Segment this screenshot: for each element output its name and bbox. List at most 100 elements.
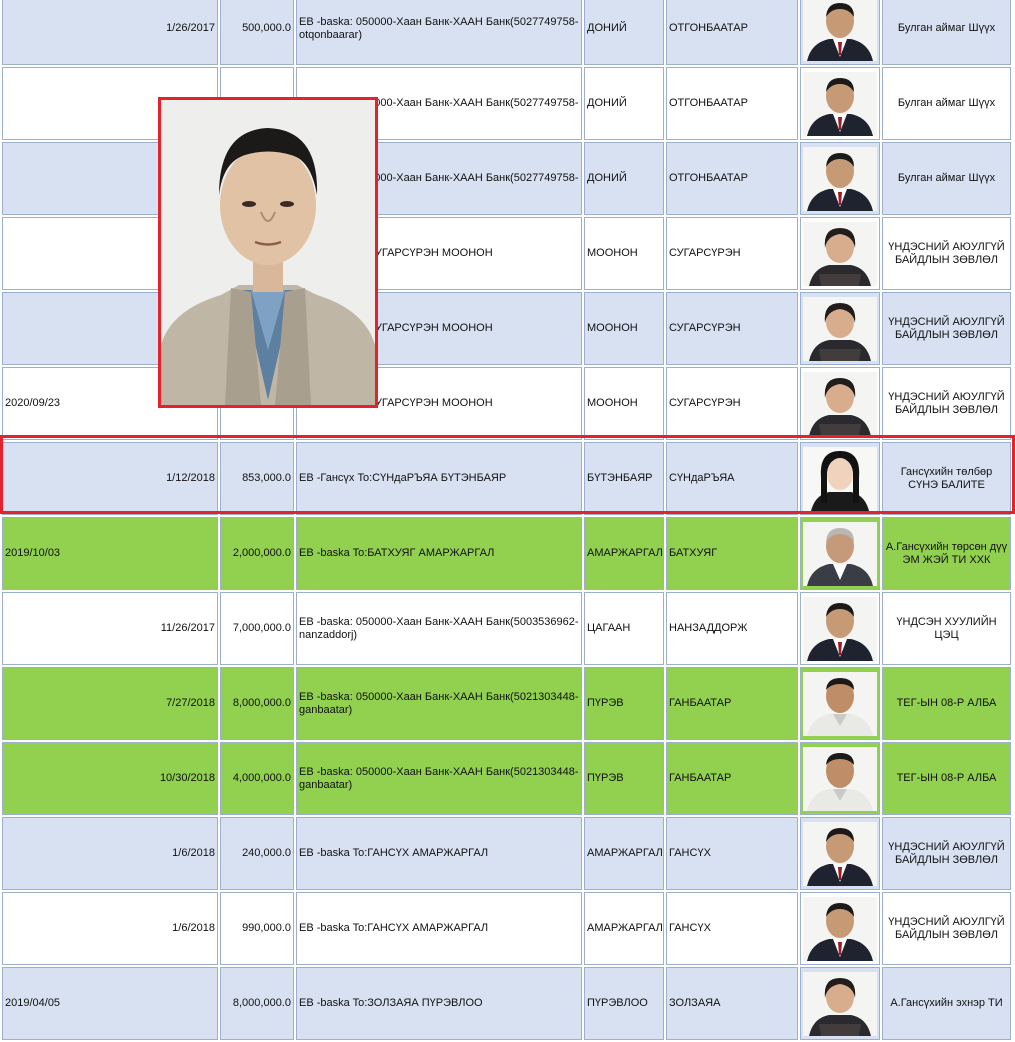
organization-cell: ҮНДЭСНИЙ АЮУЛГҮЙ БАЙДЛЫН ЗӨВЛӨЛ (882, 892, 1011, 965)
name-cell: ОТГОНБААТАР (666, 142, 798, 215)
name-cell: НАНЗАДДОРЖ (666, 592, 798, 665)
table-row: 2019/04/05 8,000,000.0 EB -baska To:ЗОЛЗ… (2, 967, 1011, 1040)
amount-cell: 8,000,000.0 (220, 967, 294, 1040)
organization-cell: ҮНДСЭН ХУУЛИЙН ЦЭЦ (882, 592, 1011, 665)
table-row: 11/26/2017 7,000,000.0 EB -baska: 050000… (2, 592, 1011, 665)
photo-cell (800, 367, 880, 440)
amount-cell: 2,000,000.0 (220, 517, 294, 590)
description-cell: EB -Гансүх To:СҮНдаРЪЯА БҮТЭНБАЯР (296, 442, 582, 515)
portrait-older-man-photo (803, 521, 877, 586)
table-row: EB -baska To:СУГАРСҮРЭН МООНОН МООНОН СУ… (2, 292, 1011, 365)
photo-cell (800, 517, 880, 590)
surname-cell: ПҮРЭВ (584, 742, 664, 815)
table-row: EB -baska: 050000-Хаан Банк-ХААН Банк(50… (2, 67, 1011, 140)
name-cell: БАТХУЯГ (666, 517, 798, 590)
portrait-man-suit-photo (803, 596, 877, 661)
surname-cell: АМАРЖАРГАЛ (584, 892, 664, 965)
table-row: EB -baska: 050000-Хаан Банк-ХААН Банк(50… (2, 142, 1011, 215)
portrait-man-shirt-photo (803, 671, 877, 736)
description-cell: EB -baska To:ЗОЛЗАЯА ПҮРЭВЛОО (296, 967, 582, 1040)
photo-cell (800, 292, 880, 365)
amount-cell: 990,000.0 (220, 892, 294, 965)
date-cell: 1/6/2018 (2, 892, 218, 965)
table-row: EB -baska To:СУГАРСҮРЭН МООНОН МООНОН СУ… (2, 217, 1011, 290)
photo-cell (800, 67, 880, 140)
organization-cell: Гансүхийн төлбөр СҮНЭ БАЛИТЕ (882, 442, 1011, 515)
amount-cell: 4,000,000.0 (220, 742, 294, 815)
name-cell: ГАНБААТАР (666, 667, 798, 740)
transactions-table: 1/26/2017 500,000.0 EB -baska: 050000-Ха… (0, 0, 1013, 1042)
organization-cell: А.Гансүхийн төрсөн дүү ЭМ ЖЭЙ ТИ ХХК (882, 517, 1011, 590)
date-cell: 1/12/2018 (2, 442, 218, 515)
surname-cell: АМАРЖАРГАЛ (584, 817, 664, 890)
name-cell: ОТГОНБААТАР (666, 0, 798, 65)
description-cell: EB -baska: 050000-Хаан Банк-ХААН Банк(50… (296, 592, 582, 665)
surname-cell: ДОНИЙ (584, 142, 664, 215)
portrait-young-woman-photo (803, 446, 877, 511)
name-cell: СУГАРСҮРЭН (666, 292, 798, 365)
date-cell: 7/27/2018 (2, 667, 218, 740)
enlarged-portrait-photo (158, 97, 378, 408)
name-cell: ГАНСҮХ (666, 892, 798, 965)
description-cell: EB -baska To:БАТХУЯГ АМАРЖАРГАЛ (296, 517, 582, 590)
date-cell: 1/26/2017 (2, 0, 218, 65)
surname-cell: АМАРЖАРГАЛ (584, 517, 664, 590)
surname-cell: ПҮРЭВЛОО (584, 967, 664, 1040)
surname-cell: МООНОН (584, 292, 664, 365)
photo-cell (800, 892, 880, 965)
date-cell: 11/26/2017 (2, 592, 218, 665)
portrait-woman-photo (803, 221, 877, 286)
date-cell: 1/6/2018 (2, 817, 218, 890)
photo-cell (800, 667, 880, 740)
name-cell: ГАНСҮХ (666, 817, 798, 890)
table-body: 1/26/2017 500,000.0 EB -baska: 050000-Ха… (2, 0, 1011, 1040)
name-cell: СУГАРСҮРЭН (666, 217, 798, 290)
date-cell: 10/30/2018 (2, 742, 218, 815)
organization-cell: ҮНДЭСНИЙ АЮУЛГҮЙ БАЙДЛЫН ЗӨВЛӨЛ (882, 217, 1011, 290)
photo-cell (800, 817, 880, 890)
surname-cell: МООНОН (584, 217, 664, 290)
surname-cell: МООНОН (584, 367, 664, 440)
table-row: 1/6/2018 240,000.0 EB -baska To:ГАНСҮХ А… (2, 817, 1011, 890)
table-row: 7/27/2018 8,000,000.0 EB -baska: 050000-… (2, 667, 1011, 740)
photo-cell (800, 0, 880, 65)
portrait-man-shirt-photo (803, 746, 877, 811)
photo-cell (800, 967, 880, 1040)
photo-cell (800, 442, 880, 515)
name-cell: ОТГОНБААТАР (666, 67, 798, 140)
table-row: 2020/09/23 EB -baska To:СУГАРСҮРЭН МООНО… (2, 367, 1011, 440)
photo-cell (800, 217, 880, 290)
table-row: 1/6/2018 990,000.0 EB -baska To:ГАНСҮХ А… (2, 892, 1011, 965)
table-row: 10/30/2018 4,000,000.0 EB -baska: 050000… (2, 742, 1011, 815)
name-cell: ГАНБААТАР (666, 742, 798, 815)
date-cell: 2019/04/05 (2, 967, 218, 1040)
surname-cell: ПҮРЭВ (584, 667, 664, 740)
table-row: 1/26/2017 500,000.0 EB -baska: 050000-Ха… (2, 0, 1011, 65)
organization-cell: Булган аймаг Шүүх (882, 0, 1011, 65)
surname-cell: ЦАГААН (584, 592, 664, 665)
portrait-man-suit-photo (803, 896, 877, 961)
photo-cell (800, 592, 880, 665)
description-cell: EB -baska: 050000-Хаан Банк-ХААН Банк(50… (296, 667, 582, 740)
name-cell: ЗОЛЗАЯА (666, 967, 798, 1040)
table-row: 1/12/2018 853,000.0 EB -Гансүх To:СҮНдаР… (2, 442, 1011, 515)
amount-cell: 240,000.0 (220, 817, 294, 890)
portrait-woman-photo (803, 371, 877, 436)
portrait-man-jacket-icon (161, 100, 375, 405)
organization-cell: А.Гансүхийн эхнэр ТИ (882, 967, 1011, 1040)
surname-cell: ДОНИЙ (584, 67, 664, 140)
portrait-man-suit-photo (803, 821, 877, 886)
portrait-woman-photo (803, 971, 877, 1036)
date-cell: 2019/10/03 (2, 517, 218, 590)
portrait-man-suit-photo (803, 146, 877, 211)
name-cell: СУГАРСҮРЭН (666, 367, 798, 440)
organization-cell: ҮНДЭСНИЙ АЮУЛГҮЙ БАЙДЛЫН ЗӨВЛӨЛ (882, 817, 1011, 890)
description-cell: EB -baska: 050000-Хаан Банк-ХААН Банк(50… (296, 0, 582, 65)
organization-cell: ТЕГ-ЫН 08-Р АЛБА (882, 667, 1011, 740)
organization-cell: Булган аймаг Шүүх (882, 67, 1011, 140)
table-row: 2019/10/03 2,000,000.0 EB -baska To:БАТХ… (2, 517, 1011, 590)
surname-cell: ДОНИЙ (584, 0, 664, 65)
amount-cell: 8,000,000.0 (220, 667, 294, 740)
amount-cell: 7,000,000.0 (220, 592, 294, 665)
organization-cell: ҮНДЭСНИЙ АЮУЛГҮЙ БАЙДЛЫН ЗӨВЛӨЛ (882, 292, 1011, 365)
